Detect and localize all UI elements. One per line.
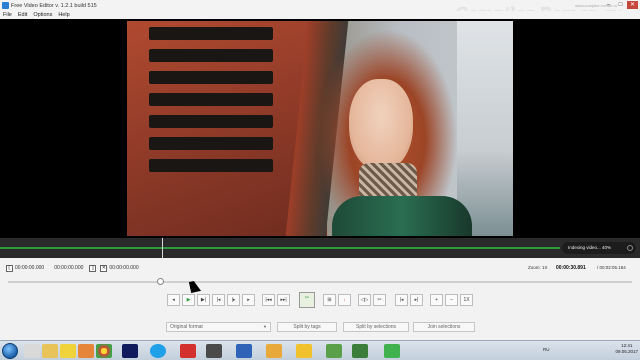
menu-edit[interactable]: Edit	[18, 12, 27, 18]
minimize-button[interactable]: –	[603, 1, 614, 9]
taskbar-app-icon[interactable]	[266, 344, 282, 358]
audio-waveform	[0, 247, 560, 249]
folder-icon[interactable]	[42, 344, 58, 358]
truck-vent	[149, 137, 273, 150]
prev-frame-button[interactable]: ◂	[167, 294, 180, 306]
next-frame-button[interactable]: ▶|	[197, 294, 210, 306]
sel-end-button[interactable]: ▸|	[410, 294, 423, 306]
zoom-reset-button[interactable]: 1X	[460, 294, 473, 306]
set-start-icon[interactable]: ⟦	[6, 264, 13, 272]
start-button[interactable]	[2, 343, 18, 359]
prev-marker-button[interactable]: |◂◂	[262, 294, 275, 306]
maximize-button[interactable]: □	[615, 1, 626, 9]
go-end-button[interactable]: |▸	[227, 294, 240, 306]
indexing-label: Indexing video... 40%	[568, 245, 612, 250]
close-button[interactable]: ✕	[627, 1, 638, 9]
person-jacket	[332, 196, 472, 236]
taskbar-app-icon[interactable]	[326, 344, 342, 358]
truck-vent	[149, 71, 273, 84]
zoom-out-button[interactable]: –	[445, 294, 458, 306]
truck-vent	[149, 115, 273, 128]
output-options: Original format ▼ Split by tags Split by…	[0, 320, 640, 333]
clock[interactable]: 12:41 09.05.2017	[615, 343, 638, 355]
truck-vent	[149, 93, 273, 106]
taskbar-app-icon[interactable]	[180, 344, 196, 358]
join-selections-button[interactable]: Join selections	[413, 322, 475, 332]
skype-icon[interactable]	[150, 344, 166, 358]
current-time: 00:00:30.891	[556, 265, 586, 271]
seek-knob[interactable]	[157, 278, 165, 285]
playhead-marker[interactable]	[162, 238, 163, 258]
clear-selection-icon[interactable]: ✕	[100, 264, 108, 272]
app-icon	[2, 2, 9, 9]
taskbar: RU 12:41 09.05.2017	[0, 340, 640, 360]
mark-button[interactable]: ⊞	[323, 294, 336, 306]
mouse-cursor-icon	[188, 280, 202, 293]
truck-vent	[149, 27, 273, 40]
zoom-label: Zoom: 1X	[528, 265, 548, 270]
clock-date: 09.05.2017	[615, 349, 638, 354]
delete-button[interactable]: ↓	[338, 294, 351, 306]
step-forward-button[interactable]: ▸	[242, 294, 255, 306]
playback-controls: ◂ ▶ ▶| |◂ |▸ ▸ |◂◂ ▸▸| ✂ ⊞ ↓ ◁▷ ✂ |◂ ▸| …	[0, 292, 640, 308]
window-title: Free Video Editor v. 1.2.1 build 515	[11, 2, 97, 9]
truck-vent	[149, 49, 273, 62]
go-start-button[interactable]: |◂	[212, 294, 225, 306]
sel-start-button[interactable]: |◂	[395, 294, 408, 306]
taskbar-app-icon[interactable]	[236, 344, 252, 358]
indexing-status: Indexing video... 40%	[562, 242, 636, 254]
timeline-strip[interactable]: Indexing video... 40%	[0, 238, 640, 258]
taskbar-app-icon[interactable]	[352, 344, 368, 358]
format-value: Original format	[170, 324, 203, 330]
cut-button[interactable]: ✂	[299, 292, 315, 308]
taskbar-app-icon[interactable]	[78, 344, 94, 358]
person-face	[349, 79, 413, 171]
menu-help[interactable]: Help	[58, 12, 69, 18]
scissors-button[interactable]: ✂	[373, 294, 386, 306]
set-end-icon[interactable]: ⟧	[89, 264, 97, 272]
selection-end-time: 00:00:00.000	[54, 265, 84, 271]
taskbar-app-icon[interactable]	[60, 344, 76, 358]
second-time: 00:00:00.000	[109, 265, 139, 271]
taskbar-app-icon[interactable]	[24, 344, 40, 358]
format-select[interactable]: Original format ▼	[166, 322, 271, 332]
taskbar-app-icon[interactable]	[206, 344, 222, 358]
selection-start-time: 00:00:00.000	[15, 265, 45, 271]
next-marker-button[interactable]: ▸▸|	[277, 294, 290, 306]
split-by-tags-button[interactable]: Split by tags	[277, 322, 337, 332]
expand-button[interactable]: ◁▷	[358, 294, 371, 306]
video-editor-taskbar-icon[interactable]	[384, 344, 400, 358]
truck-vent	[149, 159, 273, 172]
menu-file[interactable]: File	[3, 12, 12, 18]
video-preview[interactable]	[0, 19, 640, 238]
window-controls: – □ ✕	[603, 1, 638, 9]
video-frame	[127, 21, 513, 236]
play-button[interactable]: ▶	[182, 294, 195, 306]
photoshop-icon[interactable]	[122, 344, 138, 358]
system-tray: RU 12:41 09.05.2017	[543, 343, 638, 355]
language-indicator[interactable]: RU	[543, 347, 550, 352]
spinner-icon	[627, 245, 633, 251]
seek-track[interactable]	[8, 281, 632, 283]
chrome-icon[interactable]	[96, 344, 112, 358]
taskbar-app-icon[interactable]	[296, 344, 312, 358]
zoom-in-button[interactable]: +	[430, 294, 443, 306]
total-time: / 00:02:05.184	[597, 265, 626, 270]
split-by-selections-button[interactable]: Split by selections	[343, 322, 409, 332]
chevron-down-icon: ▼	[263, 324, 267, 329]
menu-options[interactable]: Options	[33, 12, 52, 18]
menu-bar: File Edit Options Help	[0, 11, 640, 19]
